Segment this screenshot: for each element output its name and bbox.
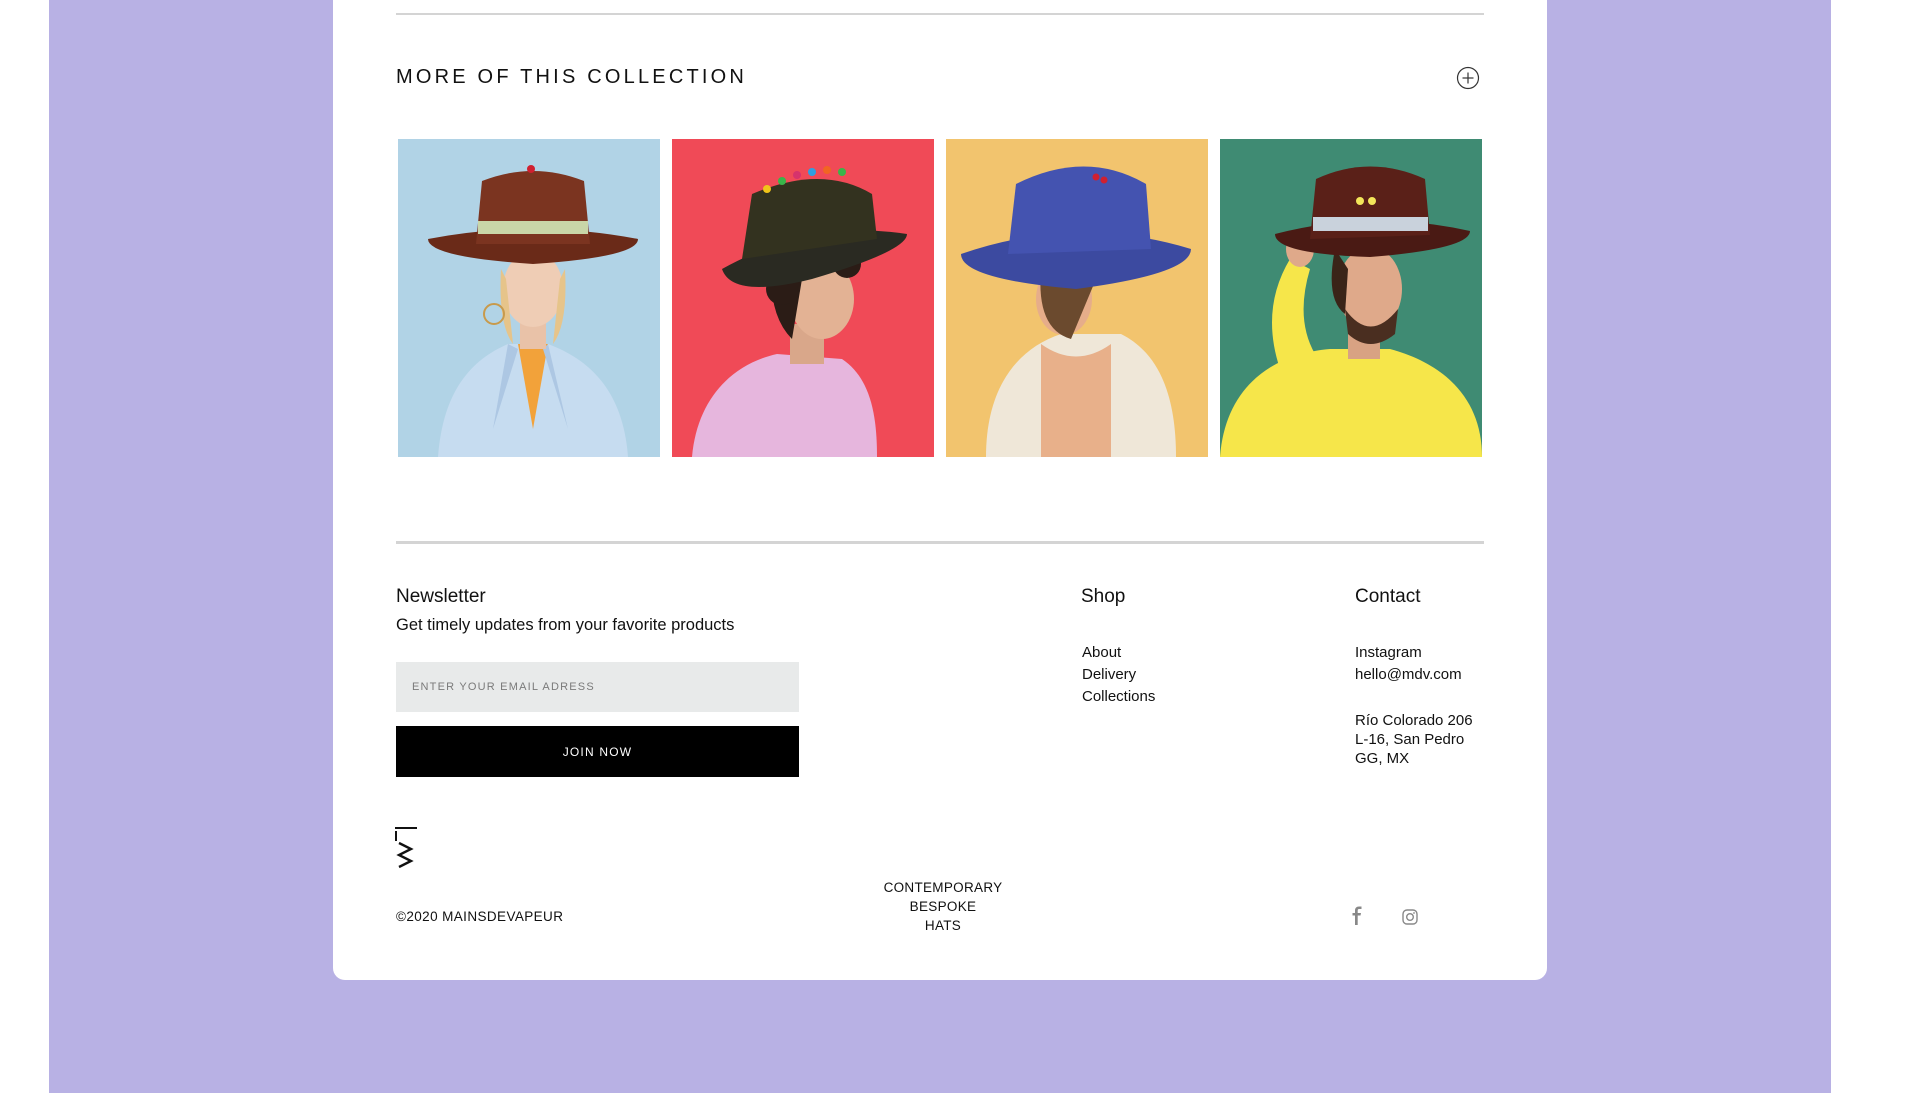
tagline: CONTEMPORARY BESPOKE HATS [843, 878, 1043, 935]
address-line: L-16, San Pedro [1355, 731, 1465, 748]
email-input[interactable] [396, 662, 799, 712]
contact-address: Río Colorado 206 L-16, San Pedro GG, MX [1355, 711, 1473, 768]
collection-title: MORE OF THIS COLLECTION [396, 66, 748, 88]
newsletter-subtitle: Get timely updates from your favorite pr… [396, 616, 735, 634]
facebook-icon[interactable] [1349, 906, 1365, 926]
shop-link-delivery[interactable]: Delivery [1082, 664, 1155, 686]
woman-in-brown-hat-photo [398, 139, 660, 457]
tagline-line: CONTEMPORARY [883, 880, 1003, 895]
product-image-3[interactable] [946, 139, 1208, 457]
newsletter-title: Newsletter [396, 586, 486, 607]
contact-links: Instagram hello@mdv.com [1355, 642, 1462, 686]
shop-link-collections[interactable]: Collections [1082, 686, 1155, 708]
address-line: GG, MX [1355, 750, 1410, 767]
product-gallery [398, 139, 1484, 457]
divider [396, 13, 1484, 15]
instagram-icon[interactable] [1401, 908, 1419, 926]
tagline-line: BESPOKE [909, 899, 977, 914]
join-now-button[interactable]: JOIN NOW [396, 726, 799, 777]
man-in-black-hat-photo [672, 139, 934, 457]
divider [396, 541, 1484, 544]
woman-in-blue-hat-photo [946, 139, 1208, 457]
shop-title: Shop [1081, 586, 1126, 607]
man-in-brown-hat-photo [1220, 139, 1482, 457]
contact-link-instagram[interactable]: Instagram [1355, 642, 1462, 664]
product-image-1[interactable] [398, 139, 660, 457]
tagline-line: HATS [924, 918, 962, 933]
shop-links: About Delivery Collections [1082, 642, 1155, 708]
address-line: Río Colorado 206 [1355, 712, 1473, 729]
plus-circle-icon[interactable] [1456, 66, 1480, 90]
contact-title: Contact [1355, 586, 1421, 607]
content-card: MORE OF THIS COLLECTION Newsletter Get t… [333, 0, 1547, 980]
product-image-2[interactable] [672, 139, 934, 457]
mdv-monogram-logo[interactable] [395, 827, 417, 869]
copyright-text: ©2020 MAINSDEVAPEUR [396, 909, 564, 924]
contact-link-email[interactable]: hello@mdv.com [1355, 664, 1462, 686]
product-image-4[interactable] [1220, 139, 1482, 457]
shop-link-about[interactable]: About [1082, 642, 1155, 664]
